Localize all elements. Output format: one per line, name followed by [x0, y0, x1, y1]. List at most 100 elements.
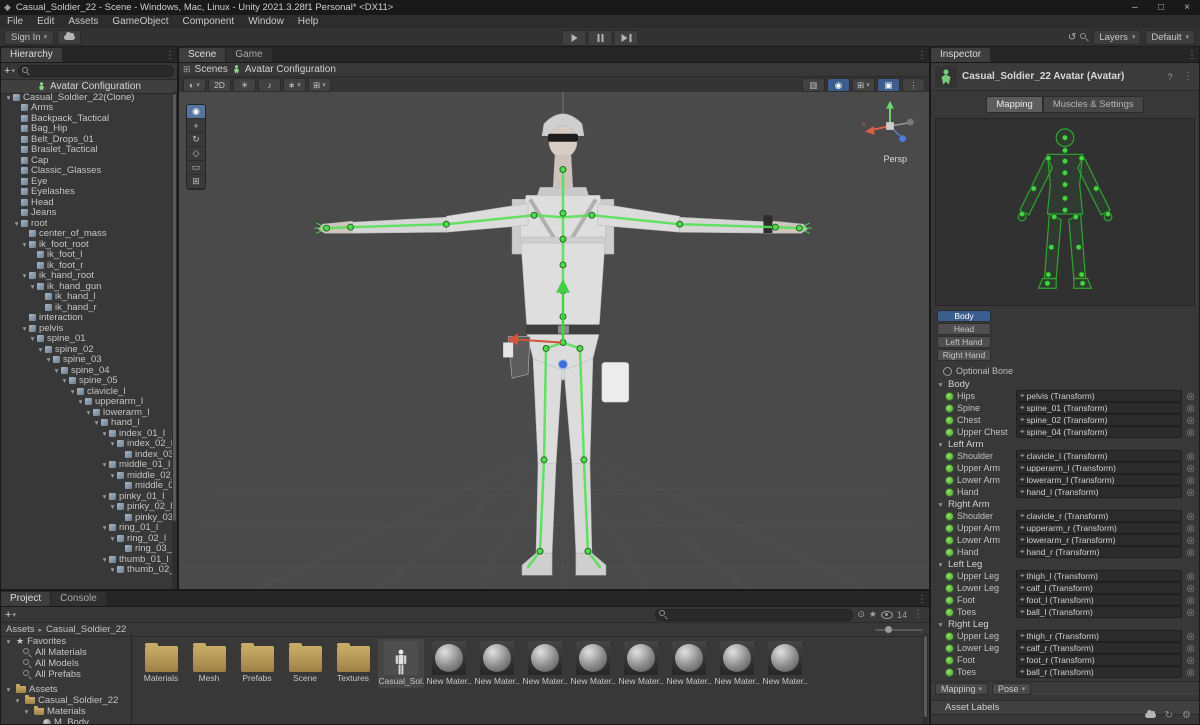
- object-picker-icon[interactable]: ◎: [1185, 571, 1196, 582]
- mapping-menu-button[interactable]: Mapping ▾: [935, 682, 989, 695]
- expand-arrow-icon[interactable]: ▾: [52, 366, 61, 375]
- part-button-left-hand[interactable]: Left Hand: [937, 336, 991, 348]
- favorite-item[interactable]: All Models: [1, 658, 131, 669]
- menu-gameobject[interactable]: GameObject: [105, 16, 175, 27]
- asset-tile-material[interactable]: New Mater...: [522, 639, 568, 688]
- bone-object-field[interactable]: ⌖ lowerarm_l (Transform): [1016, 474, 1182, 486]
- expand-arrow-icon[interactable]: ▾: [108, 471, 117, 480]
- bone-object-field[interactable]: ⌖ foot_r (Transform): [1016, 654, 1182, 666]
- tab-muscles-settings[interactable]: Muscles & Settings: [1042, 96, 1144, 113]
- hierarchy-item[interactable]: ▾ ring_01_l: [1, 523, 172, 534]
- panel-menu-icon[interactable]: ⋮: [915, 50, 929, 62]
- hierarchy-item[interactable]: ▾ pelvis: [1, 323, 172, 334]
- expand-arrow-icon[interactable]: ▾: [108, 534, 117, 543]
- hierarchy-item[interactable]: ▾ lowerarm_l: [1, 407, 172, 418]
- asset-tile-material[interactable]: New Mater...: [618, 639, 664, 688]
- hierarchy-item[interactable]: Cap: [1, 155, 172, 166]
- object-picker-icon[interactable]: ◎: [1185, 583, 1196, 594]
- expand-arrow-icon[interactable]: ▾: [100, 429, 109, 438]
- part-button-right-hand[interactable]: Right Hand: [937, 349, 991, 361]
- breadcrumb-avatar-configuration[interactable]: Avatar Configuration: [245, 64, 336, 75]
- hierarchy-item[interactable]: ▾ index_02_l: [1, 439, 172, 450]
- asset-tile-material[interactable]: New Mater...: [762, 639, 808, 688]
- view-tool[interactable]: ◉: [187, 105, 205, 119]
- tab-inspector[interactable]: Inspector: [931, 48, 991, 62]
- menu-window[interactable]: Window: [241, 16, 291, 27]
- menu-help[interactable]: Help: [291, 16, 326, 27]
- object-picker-icon[interactable]: ◎: [1185, 415, 1196, 426]
- object-picker-icon[interactable]: ◎: [1185, 403, 1196, 414]
- bone-object-field[interactable]: ⌖ spine_04 (Transform): [1016, 426, 1182, 438]
- object-picker-icon[interactable]: ◎: [1185, 667, 1196, 678]
- tab-project-project[interactable]: Project: [1, 592, 51, 606]
- bone-object-field[interactable]: ⌖ spine_02 (Transform): [1016, 414, 1182, 426]
- tab-project-console[interactable]: Console: [51, 592, 106, 606]
- hierarchy-item[interactable]: Backpack_Tactical: [1, 113, 172, 124]
- expand-arrow-icon[interactable]: ▾: [20, 324, 29, 333]
- menu-edit[interactable]: Edit: [30, 16, 61, 27]
- favorite-item[interactable]: All Materials: [1, 647, 131, 658]
- expand-arrow-icon[interactable]: ▾: [100, 460, 109, 469]
- hierarchy-item[interactable]: Braslet_Tactical: [1, 145, 172, 155]
- expand-arrow-icon[interactable]: ▾: [92, 418, 101, 427]
- panel-menu-icon[interactable]: ⋮: [915, 594, 929, 606]
- search-by-type-icon[interactable]: ⊙: [857, 609, 865, 620]
- pose-menu-button[interactable]: Pose ▾: [992, 682, 1032, 695]
- object-picker-icon[interactable]: ◎: [1185, 631, 1196, 642]
- scale-tool[interactable]: ◇: [187, 147, 205, 161]
- bone-object-field[interactable]: ⌖ thigh_r (Transform): [1016, 630, 1182, 642]
- hierarchy-scrollbar[interactable]: [172, 92, 177, 589]
- expand-arrow-icon[interactable]: ▾: [84, 408, 93, 417]
- close-button[interactable]: ×: [1174, 0, 1200, 15]
- asset-tile-material[interactable]: New Mater...: [714, 639, 760, 688]
- expand-arrow-icon[interactable]: ▾: [20, 271, 29, 280]
- layout-dropdown[interactable]: Default ▾: [1145, 29, 1195, 45]
- expand-arrow-icon[interactable]: ▾: [108, 502, 117, 511]
- asset-tile-material[interactable]: New Mater...: [426, 639, 472, 688]
- asset-tile-prefab[interactable]: Casual_Sol...: [378, 639, 424, 688]
- mapping-section-header[interactable]: ▾ Left Arm: [931, 438, 1199, 450]
- bone-object-field[interactable]: ⌖ ball_l (Transform): [1016, 606, 1182, 618]
- hierarchy-item[interactable]: ▾ hand_l: [1, 418, 172, 429]
- expand-arrow-icon[interactable]: ▾: [20, 240, 29, 249]
- expand-arrow-icon[interactable]: ▾: [28, 282, 37, 291]
- lighting-toggle-button[interactable]: ☀: [233, 78, 256, 92]
- shading-mode-button[interactable]: ◐ ▾: [183, 78, 206, 92]
- pause-button[interactable]: [587, 30, 613, 46]
- mapping-section-header[interactable]: ▾ Left Leg: [931, 558, 1199, 570]
- camera-settings-button[interactable]: ▣: [877, 78, 900, 92]
- maximize-button[interactable]: □: [1148, 0, 1174, 15]
- expand-arrow-icon[interactable]: ▾: [44, 355, 53, 364]
- hierarchy-item[interactable]: ▾ clavicle_l: [1, 386, 172, 397]
- cloud-services-button[interactable]: [57, 29, 82, 45]
- hierarchy-item[interactable]: ▾ root: [1, 218, 172, 229]
- part-button-head[interactable]: Head: [937, 323, 991, 335]
- hierarchy-item[interactable]: ▾ thumb_01_l: [1, 554, 172, 565]
- bone-object-field[interactable]: ⌖ pelvis (Transform): [1016, 390, 1182, 402]
- mapping-section-header[interactable]: ▾ Body: [931, 378, 1199, 390]
- expand-arrow-icon[interactable]: ▾: [28, 334, 37, 343]
- snap-settings-button[interactable]: ▥: [802, 78, 825, 92]
- asset-tile-material[interactable]: New Mater...: [474, 639, 520, 688]
- expand-arrow-icon[interactable]: ▾: [108, 565, 117, 574]
- hierarchy-item[interactable]: ▾ thumb_02_l: [1, 565, 172, 576]
- object-picker-icon[interactable]: ◎: [1185, 655, 1196, 666]
- expand-arrow-icon[interactable]: ▾: [100, 523, 109, 532]
- scene-3d-viewport[interactable]: ◉ + ↻ ◇ ▭ ⊞ x Persp: [179, 92, 929, 589]
- bone-object-field[interactable]: ⌖ calf_r (Transform): [1016, 642, 1182, 654]
- hierarchy-item[interactable]: Eye: [1, 176, 172, 187]
- expand-arrow-icon[interactable]: ▾: [22, 707, 31, 716]
- expand-arrow-icon[interactable]: ▾: [76, 397, 85, 406]
- object-picker-icon[interactable]: ◎: [1185, 643, 1196, 654]
- panel-menu-icon[interactable]: ⋮: [911, 609, 925, 621]
- bone-object-field[interactable]: ⌖ upperarm_l (Transform): [1016, 462, 1182, 474]
- hierarchy-item[interactable]: index_03_l: [1, 449, 172, 460]
- asset-tile-material[interactable]: New Mater...: [570, 639, 616, 688]
- object-picker-icon[interactable]: ◎: [1185, 475, 1196, 486]
- menu-component[interactable]: Component: [176, 16, 242, 27]
- effects-toggle-button[interactable]: ∗ ▾: [283, 78, 306, 92]
- panel-menu-icon[interactable]: ⋮: [163, 50, 177, 62]
- object-picker-icon[interactable]: ◎: [1185, 427, 1196, 438]
- project-tree-item[interactable]: M_Body: [1, 717, 131, 724]
- bone-object-field[interactable]: ⌖ lowerarm_r (Transform): [1016, 534, 1182, 546]
